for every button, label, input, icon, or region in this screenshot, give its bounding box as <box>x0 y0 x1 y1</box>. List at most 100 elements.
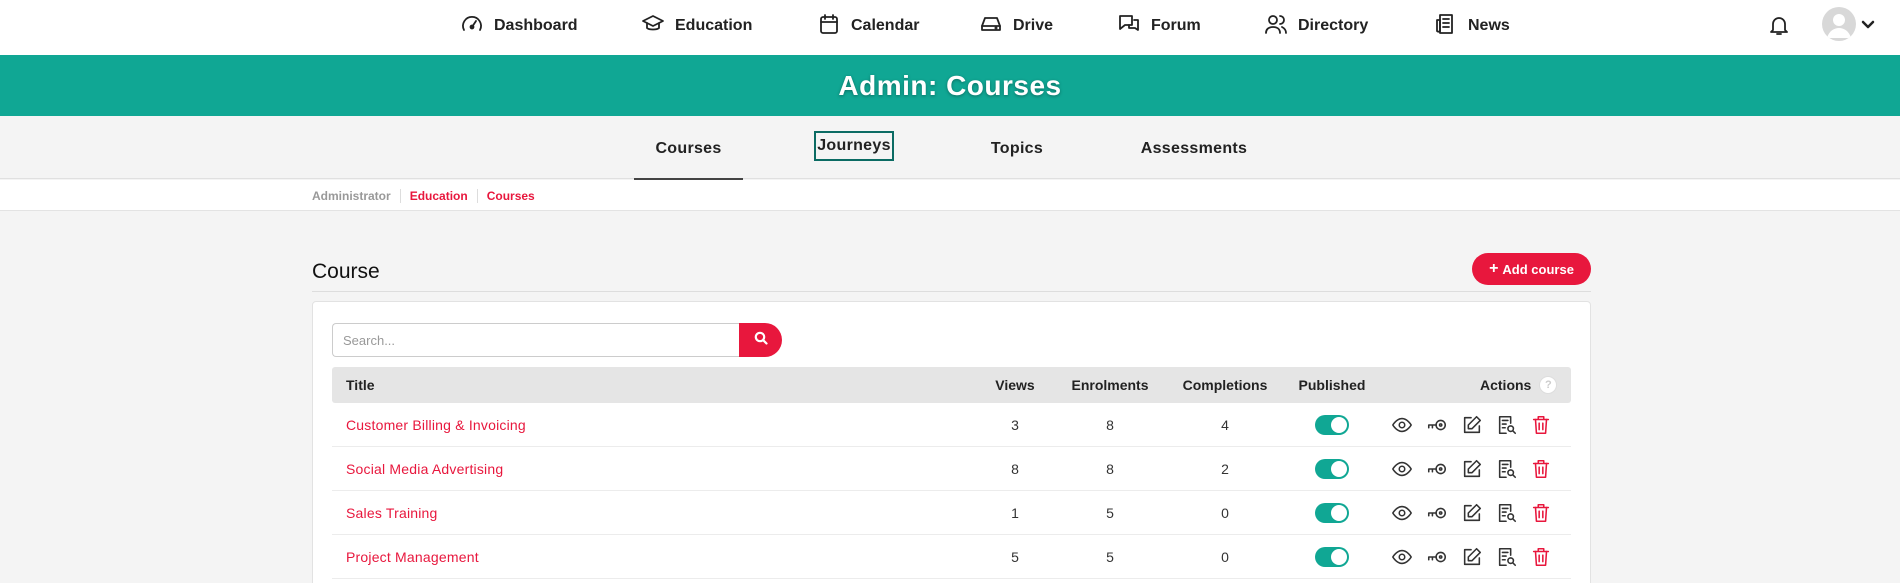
newspaper-icon <box>1434 12 1458 41</box>
divider <box>312 291 1591 292</box>
calendar-icon <box>817 12 841 41</box>
course-title-link[interactable]: Project Management <box>346 549 479 565</box>
chevron-down-icon[interactable] <box>1860 16 1876 32</box>
section-title: Course <box>312 260 380 283</box>
nav-item-label: News <box>1468 17 1510 34</box>
table-row: Social Media Advertising 8 8 2 <box>332 447 1571 491</box>
users-icon <box>1264 12 1288 41</box>
enrolments-value: 5 <box>1106 505 1114 521</box>
report-search-icon[interactable] <box>1496 502 1518 524</box>
nav-item-news[interactable]: News <box>1434 0 1510 52</box>
nav-item-label: Directory <box>1298 17 1369 34</box>
toggle-knob <box>1331 549 1347 565</box>
tab-journeys[interactable]: Journeys <box>814 131 894 161</box>
breadcrumb-bar: Administrator Education Courses <box>0 180 1900 211</box>
edit-icon[interactable] <box>1461 502 1483 524</box>
column-header-enrolments[interactable]: Enrolments <box>1060 367 1160 403</box>
views-value: 5 <box>1011 549 1019 565</box>
tab-label: Courses <box>655 140 722 157</box>
nav-item-calendar[interactable]: Calendar <box>817 0 919 52</box>
key-icon[interactable] <box>1426 458 1448 480</box>
delete-trash-icon[interactable] <box>1530 546 1552 568</box>
table-row: Customer Billing & Invoicing 3 8 4 <box>332 403 1571 447</box>
breadcrumb: Administrator Education Courses <box>312 180 544 211</box>
key-icon[interactable] <box>1426 546 1448 568</box>
completions-value: 2 <box>1221 461 1229 477</box>
completions-value: 0 <box>1221 549 1229 565</box>
delete-trash-icon[interactable] <box>1530 414 1552 436</box>
help-icon[interactable]: ? <box>1539 376 1558 394</box>
search-input[interactable] <box>332 323 740 357</box>
published-toggle[interactable] <box>1315 503 1349 523</box>
completions-value: 0 <box>1221 505 1229 521</box>
tab-topics[interactable]: Topics <box>980 134 1054 164</box>
tab-label: Journeys <box>817 137 891 154</box>
tab-assessments[interactable]: Assessments <box>1134 134 1254 164</box>
view-eye-icon[interactable] <box>1391 458 1413 480</box>
table-row: Project Management 5 5 0 <box>332 535 1571 579</box>
hard-drive-icon <box>979 12 1003 41</box>
edit-icon[interactable] <box>1461 414 1483 436</box>
toggle-knob <box>1331 461 1347 477</box>
nav-item-label: Calendar <box>851 17 920 34</box>
search-button[interactable] <box>739 323 782 357</box>
views-value: 3 <box>1011 417 1019 433</box>
plus-icon: + <box>1489 260 1499 277</box>
graduation-cap-icon <box>641 12 665 41</box>
add-course-label: Add course <box>1502 261 1574 277</box>
nav-item-drive[interactable]: Drive <box>979 0 1053 52</box>
column-header-views[interactable]: Views <box>980 367 1050 403</box>
tab-label: Topics <box>990 140 1044 157</box>
published-toggle[interactable] <box>1315 547 1349 567</box>
column-header-published[interactable]: Published <box>1287 367 1377 403</box>
nav-item-label: Dashboard <box>494 17 578 34</box>
add-course-button[interactable]: + Add course <box>1472 253 1591 285</box>
breadcrumb-item-education[interactable]: Education <box>399 188 477 203</box>
views-value: 1 <box>1011 505 1019 521</box>
delete-trash-icon[interactable] <box>1530 502 1552 524</box>
edit-icon[interactable] <box>1461 546 1483 568</box>
published-toggle[interactable] <box>1315 459 1349 479</box>
nav-item-label: Drive <box>1013 17 1054 34</box>
nav-item-label: Education <box>675 17 753 34</box>
views-value: 8 <box>1011 461 1019 477</box>
column-header-title[interactable]: Title <box>346 367 375 403</box>
report-search-icon[interactable] <box>1496 458 1518 480</box>
avatar[interactable] <box>1822 7 1856 41</box>
page-banner: Admin: Courses <box>0 55 1900 116</box>
top-navigation-bar: Dashboard Education Calendar Drive Forum… <box>0 0 1900 55</box>
bell-icon[interactable] <box>1767 13 1791 37</box>
gauge-icon <box>460 12 484 41</box>
view-eye-icon[interactable] <box>1391 414 1413 436</box>
page-title: Admin: Courses <box>838 69 1062 101</box>
tab-courses[interactable]: Courses <box>634 132 743 180</box>
chat-bubbles-icon <box>1117 12 1141 41</box>
breadcrumb-item-courses[interactable]: Courses <box>476 188 544 203</box>
toggle-knob <box>1331 505 1347 521</box>
tab-label: Assessments <box>1140 140 1248 157</box>
table-header: Title Views Enrolments Completions Publi… <box>332 367 1571 403</box>
column-header-completions[interactable]: Completions <box>1170 367 1280 403</box>
course-title-link[interactable]: Social Media Advertising <box>346 461 503 477</box>
key-icon[interactable] <box>1426 502 1448 524</box>
column-header-actions-label: Actions <box>1480 377 1532 393</box>
course-title-link[interactable]: Customer Billing & Invoicing <box>346 417 526 433</box>
nav-item-forum[interactable]: Forum <box>1117 0 1201 52</box>
published-toggle[interactable] <box>1315 415 1349 435</box>
edit-icon[interactable] <box>1461 458 1483 480</box>
delete-trash-icon[interactable] <box>1530 458 1552 480</box>
nav-item-education[interactable]: Education <box>641 0 752 52</box>
nav-item-directory[interactable]: Directory <box>1264 0 1368 52</box>
search-icon <box>754 331 768 350</box>
course-title-link[interactable]: Sales Training <box>346 505 438 521</box>
nav-item-dashboard[interactable]: Dashboard <box>460 0 578 52</box>
toggle-knob <box>1331 417 1347 433</box>
key-icon[interactable] <box>1426 414 1448 436</box>
column-header-actions: Actions ? <box>1480 367 1558 403</box>
report-search-icon[interactable] <box>1496 546 1518 568</box>
report-search-icon[interactable] <box>1496 414 1518 436</box>
enrolments-value: 5 <box>1106 549 1114 565</box>
view-eye-icon[interactable] <box>1391 502 1413 524</box>
completions-value: 4 <box>1221 417 1229 433</box>
view-eye-icon[interactable] <box>1391 546 1413 568</box>
